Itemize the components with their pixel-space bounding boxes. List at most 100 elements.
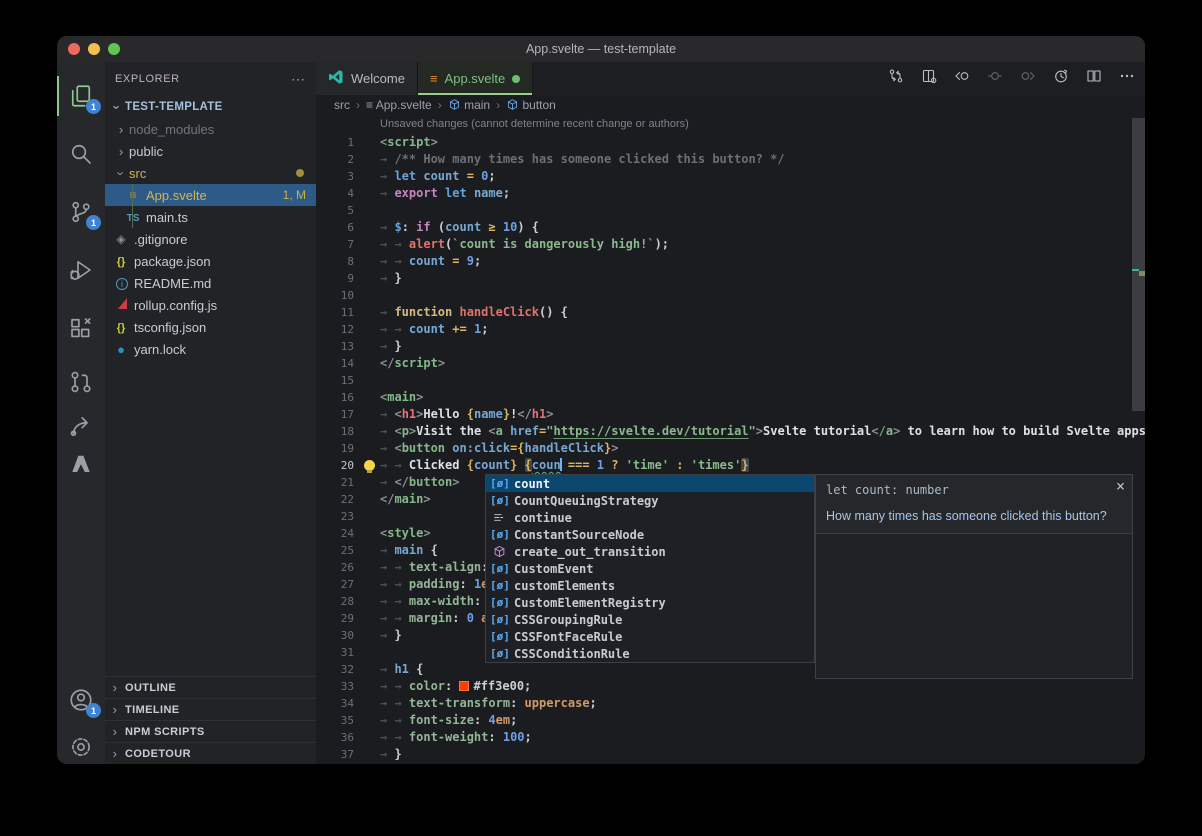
close-icon[interactable]: ×	[1116, 477, 1125, 495]
panel-timeline[interactable]: ›TIMELINE	[105, 698, 316, 720]
run-debug-icon[interactable]	[57, 246, 105, 294]
azure-icon[interactable]	[57, 440, 105, 488]
suggestion-cssgroupingrule[interactable]: [ø]CSSGroupingRule	[486, 611, 814, 628]
code-line-37[interactable]: 37→ }	[316, 746, 1132, 763]
scrollbar-thumb[interactable]	[1132, 118, 1145, 411]
suggestion-customelements[interactable]: [ø]customElements	[486, 577, 814, 594]
panel-codetour[interactable]: ›CODETOUR	[105, 742, 316, 764]
suggestion-cssconditionrule[interactable]: [ø]CSSConditionRule	[486, 645, 814, 662]
breadcrumb-item-main[interactable]: main	[448, 98, 490, 112]
suggestion-cssfontfacerule[interactable]: [ø]CSSFontFaceRule	[486, 628, 814, 645]
code-line-17[interactable]: 17→ <h1>Hello {name}!</h1>	[316, 406, 1132, 423]
line-number: 22	[316, 491, 354, 508]
gitlens-annotation: Unsaved changes (cannot determine recent…	[380, 118, 689, 130]
breadcrumb-item-src[interactable]: src	[334, 98, 350, 112]
chevron-right-icon: ›	[105, 724, 125, 739]
split-editor-icon[interactable]	[1086, 68, 1102, 89]
code-line-10[interactable]: 10	[316, 287, 1132, 304]
panel-label: NPM SCRIPTS	[125, 726, 205, 738]
tree-item-rollup-config-js[interactable]: rollup.config.js	[105, 294, 316, 316]
tree-item-src[interactable]: ›src	[105, 162, 316, 184]
code-line-4[interactable]: 4→ export let name;	[316, 185, 1132, 202]
accounts-icon[interactable]: 1	[57, 676, 105, 724]
minimize-window-button[interactable]	[88, 43, 100, 55]
sidebar-more-actions-icon[interactable]: ⋯	[291, 71, 306, 88]
code-line-19[interactable]: 19→ <button on:click={handleClick}>	[316, 440, 1132, 457]
suggestion-customevent[interactable]: [ø]CustomEvent	[486, 560, 814, 577]
source-control-icon[interactable]: 1	[57, 188, 105, 236]
zoom-window-button[interactable]	[108, 43, 120, 55]
code-line-9[interactable]: 9→ }	[316, 270, 1132, 287]
suggestion-constantsourcenode[interactable]: [ø]ConstantSourceNode	[486, 526, 814, 543]
suggestion-count[interactable]: [ø]count	[486, 475, 814, 492]
breadcrumb-item-button[interactable]: button	[506, 98, 556, 112]
code-line-34[interactable]: 34→ → text-transform: uppercase;	[316, 695, 1132, 712]
code-line-1[interactable]: 1<script>	[316, 134, 1132, 151]
explorer-icon[interactable]: 1	[57, 72, 105, 120]
code-line-12[interactable]: 12→ → count += 1;	[316, 321, 1132, 338]
tree-item-test-template[interactable]: ›TEST-TEMPLATE	[105, 96, 316, 118]
github-pull-requests-icon[interactable]	[57, 358, 105, 406]
tab-welcome[interactable]: Welcome	[316, 62, 418, 95]
tree-item-label: main.ts	[146, 210, 188, 225]
code-line-11[interactable]: 11→ function handleClick() {	[316, 304, 1132, 321]
code-line-13[interactable]: 13→ }	[316, 338, 1132, 355]
code-line-18[interactable]: 18→ <p>Visit the <a href="https://svelte…	[316, 423, 1132, 440]
code-editor[interactable]: Unsaved changes (cannot determine recent…	[316, 115, 1145, 764]
line-number: 25	[316, 542, 354, 559]
source-control-compare-icon[interactable]	[888, 68, 904, 89]
extensions-icon[interactable]	[57, 304, 105, 352]
panel-label: CODETOUR	[125, 748, 191, 760]
more-actions-icon[interactable]	[1119, 68, 1135, 89]
suggestion-create_out_transition[interactable]: create_out_transition	[486, 543, 814, 560]
panel-outline[interactable]: ›OUTLINE	[105, 676, 316, 698]
code-line-6[interactable]: 6→ $: if (count ≥ 10) {	[316, 219, 1132, 236]
code-line-33[interactable]: 33→ → color: #ff3e00;	[316, 678, 1132, 695]
code-line-16[interactable]: 16<main>	[316, 389, 1132, 406]
code-line-15[interactable]: 15	[316, 372, 1132, 389]
explorer-badge: 1	[86, 99, 101, 114]
panel-npm-scripts[interactable]: ›NPM SCRIPTS	[105, 720, 316, 742]
settings-icon[interactable]	[57, 723, 105, 764]
tree-item--gitignore[interactable]: ◈.gitignore	[105, 228, 316, 250]
editor-scrollbar[interactable]	[1132, 115, 1145, 764]
close-window-button[interactable]	[68, 43, 80, 55]
title-bar: App.svelte — test-template	[57, 36, 1145, 62]
tree-item-public[interactable]: ›public	[105, 140, 316, 162]
suggestion-countqueuingstrategy[interactable]: [ø]CountQueuingStrategy	[486, 492, 814, 509]
code-line-2[interactable]: 2→ /** How many times has someone clicke…	[316, 151, 1132, 168]
tree-item-yarn-lock[interactable]: ●yarn.lock	[105, 338, 316, 360]
suggestion-label: CustomElementRegistry	[514, 596, 666, 610]
code-line-36[interactable]: 36→ → font-weight: 100;	[316, 729, 1132, 746]
file-history-icon[interactable]	[1053, 68, 1069, 89]
code-line-7[interactable]: 7→ → alert(`count is dangerously high!`)…	[316, 236, 1132, 253]
tree-item-tsconfig-json[interactable]: {}tsconfig.json	[105, 316, 316, 338]
tree-item-main-ts[interactable]: TSmain.ts	[105, 206, 316, 228]
tree-item-app-svelte[interactable]: ≡App.svelte1, M	[105, 184, 316, 206]
tab-app-svelte[interactable]: ≡App.svelte	[418, 62, 533, 95]
open-changes-icon[interactable]	[921, 68, 937, 89]
tree-item-label: src	[129, 166, 146, 181]
code-line-3[interactable]: 3→ let count = 0;	[316, 168, 1132, 185]
suggestion-customelementregistry[interactable]: [ø]CustomElementRegistry	[486, 594, 814, 611]
search-icon[interactable]	[57, 130, 105, 178]
lightbulb-icon[interactable]	[364, 460, 375, 471]
svelte-file-icon: ≡	[125, 188, 141, 202]
suggestion-label: CountQueuingStrategy	[514, 494, 659, 508]
previous-change-icon[interactable]	[954, 68, 970, 89]
code-line-5[interactable]: 5	[316, 202, 1132, 219]
breadcrumb-item-app-svelte[interactable]: ≡ App.svelte	[366, 98, 432, 112]
tree-item-package-json[interactable]: {}package.json	[105, 250, 316, 272]
next-change-icon[interactable]	[1020, 68, 1036, 89]
current-change-icon[interactable]	[987, 68, 1003, 89]
line-number: 30	[316, 627, 354, 644]
suggestion-continue[interactable]: continue	[486, 509, 814, 526]
code-line-14[interactable]: 14</script>	[316, 355, 1132, 372]
symbol-variable-icon: [ø]	[490, 528, 508, 541]
code-line-8[interactable]: 8→ → count = 9;	[316, 253, 1132, 270]
code-line-20[interactable]: 20→ → Clicked {count} {coun === 1 ? 'tim…	[316, 457, 1132, 474]
line-number: 1	[316, 134, 354, 151]
code-line-35[interactable]: 35→ → font-size: 4em;	[316, 712, 1132, 729]
tree-item-readme-md[interactable]: iREADME.md	[105, 272, 316, 294]
tree-item-node-modules[interactable]: ›node_modules	[105, 118, 316, 140]
